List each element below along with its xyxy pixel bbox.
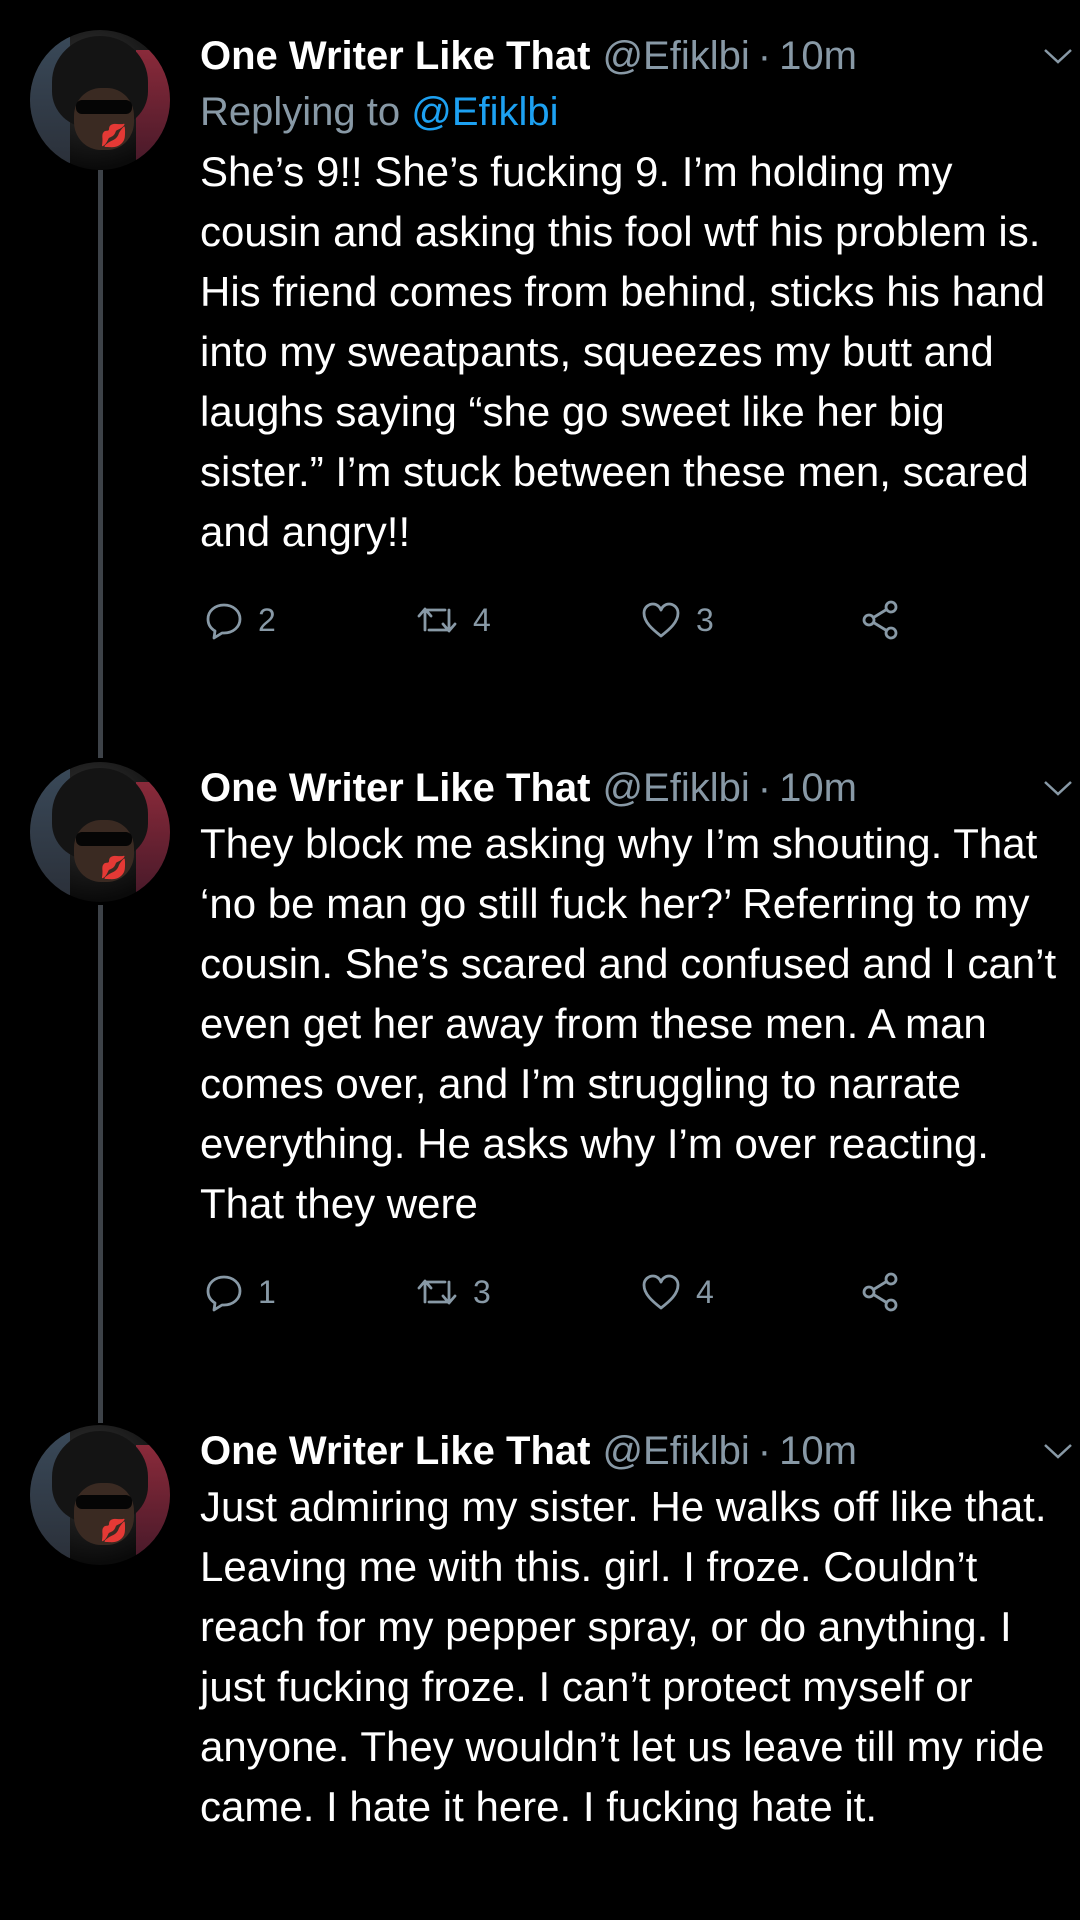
author-name[interactable]: One Writer Like That: [200, 30, 590, 82]
share-button[interactable]: [860, 1262, 902, 1322]
author-handle[interactable]: @Efiklbi: [602, 762, 749, 814]
author-name[interactable]: One Writer Like That: [200, 1425, 590, 1477]
retweet-count: 3: [473, 1273, 491, 1310]
heart-icon: [642, 1274, 680, 1310]
retweet-button[interactable]: 4: [415, 590, 491, 650]
tweet-text: They block me asking why I’m shouting. T…: [200, 820, 1057, 1227]
avatar[interactable]: 💋: [30, 30, 170, 170]
retweet-icon: [417, 1279, 457, 1305]
separator-dot: ·: [757, 1429, 772, 1473]
tweet-header: One Writer Like That @Efiklbi · 10m: [200, 30, 1050, 82]
reply-count: 2: [258, 601, 276, 638]
tweet-menu-button[interactable]: [1036, 770, 1080, 806]
separator-dot: ·: [757, 34, 772, 78]
share-icon: [862, 600, 898, 640]
tweet-header: One Writer Like That @Efiklbi · 10m: [200, 1425, 1050, 1477]
share-icon: [862, 1272, 898, 1312]
replying-to: Replying to @Efiklbi: [200, 82, 1050, 142]
share-button[interactable]: [860, 590, 902, 650]
like-count: 4: [696, 1273, 714, 1310]
retweet-count: 4: [473, 601, 491, 638]
thread-line: [98, 170, 103, 758]
thread-line: [98, 905, 103, 1423]
tweet-header: One Writer Like That @Efiklbi · 10m: [200, 762, 1050, 814]
separator-dot: ·: [757, 766, 772, 810]
reply-icon: [206, 603, 242, 640]
tweet-actions: 1 3 4: [200, 1262, 1050, 1322]
tweet-actions: 2 4 3: [200, 590, 1050, 650]
reply-icon: [206, 1275, 242, 1312]
tweet-menu-button[interactable]: [1036, 38, 1080, 74]
heart-icon: [642, 602, 680, 638]
retweet-icon: [417, 607, 457, 633]
reply-count: 1: [258, 1273, 276, 1310]
timestamp[interactable]: 10m: [779, 30, 857, 82]
reply-button[interactable]: 1: [204, 1262, 276, 1322]
like-count: 3: [696, 601, 714, 638]
avatar[interactable]: 💋: [30, 762, 170, 902]
like-button[interactable]: 3: [640, 590, 714, 650]
timestamp[interactable]: 10m: [779, 1425, 857, 1477]
tweet-thread: 💋 One Writer Like That @Efiklbi · 10m Re…: [0, 0, 1080, 1920]
chevron-down-icon: [1044, 1444, 1072, 1459]
tweet-text: Just admiring my sister. He walks off li…: [200, 1483, 1047, 1830]
timestamp[interactable]: 10m: [779, 762, 857, 814]
chevron-down-icon: [1044, 49, 1072, 64]
tweet-text: She’s 9!! She’s fucking 9. I’m holding m…: [200, 148, 1046, 555]
reply-button[interactable]: 2: [204, 590, 276, 650]
like-button[interactable]: 4: [640, 1262, 714, 1322]
author-handle[interactable]: @Efiklbi: [602, 1425, 749, 1477]
author-name[interactable]: One Writer Like That: [200, 762, 590, 814]
replying-to-label: Replying to: [200, 90, 401, 134]
tweet-menu-button[interactable]: [1036, 1433, 1080, 1469]
reply-mention-link[interactable]: @Efiklbi: [411, 90, 558, 134]
chevron-down-icon: [1044, 781, 1072, 796]
avatar[interactable]: 💋: [30, 1425, 170, 1565]
author-handle[interactable]: @Efiklbi: [602, 30, 749, 82]
retweet-button[interactable]: 3: [415, 1262, 491, 1322]
